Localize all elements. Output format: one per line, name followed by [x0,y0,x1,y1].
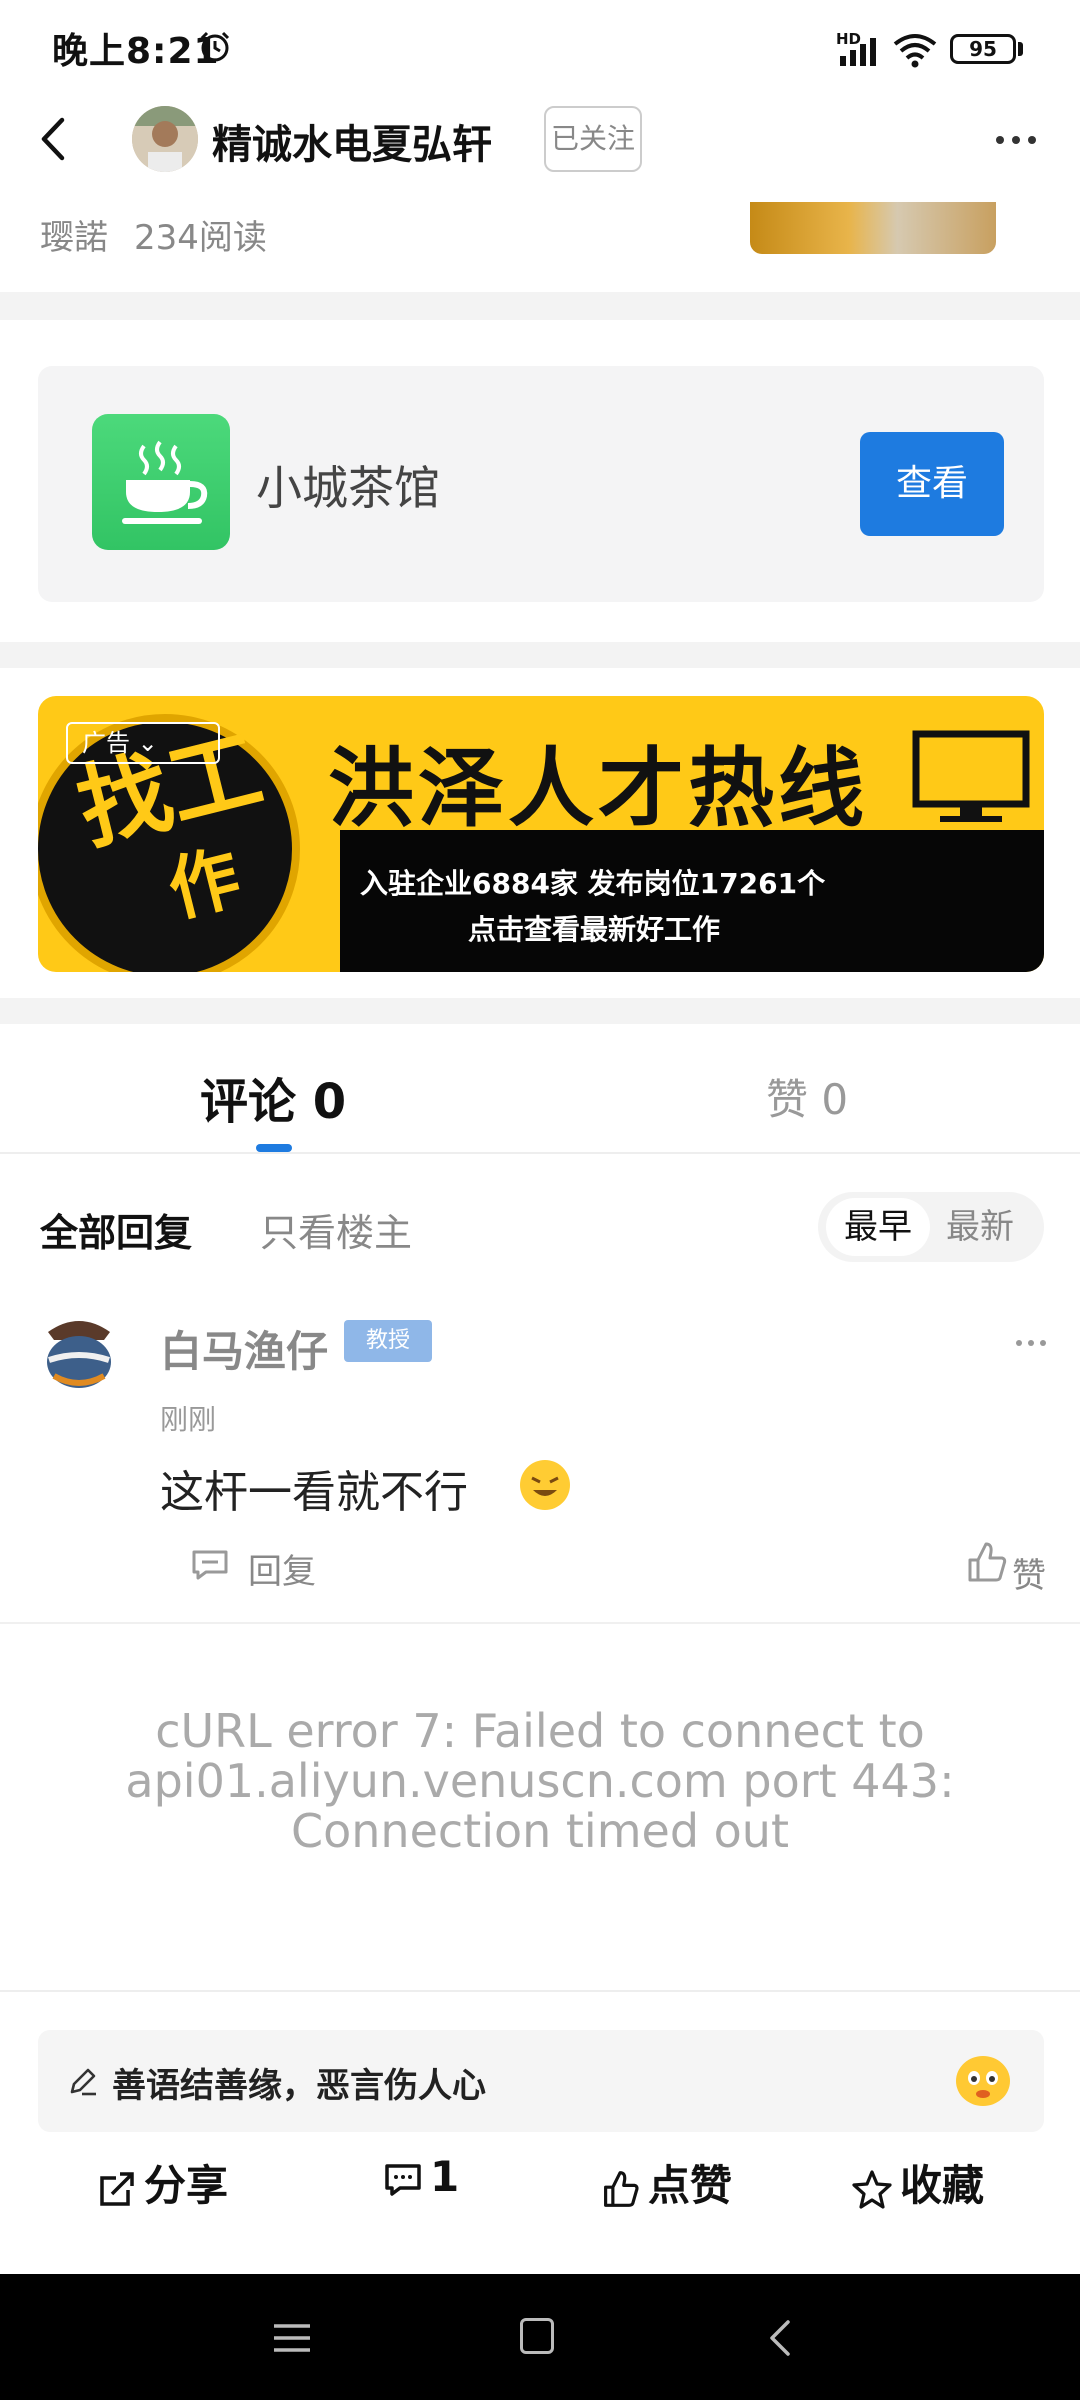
comment-time: 刚刚 [160,1403,217,1436]
tab-indicator [256,1144,292,1152]
alarm-icon [200,31,230,62]
favorite-label: 收藏 [900,2161,985,2210]
battery-tip [1018,42,1023,56]
tab-likes[interactable]: 赞 0 [766,1066,848,1127]
emoji-picker-icon[interactable] [956,2056,1010,2106]
grinning-emoji-icon [520,1460,570,1510]
sort-newest[interactable]: 最新 [946,1198,1014,1256]
wifi-icon [893,34,937,68]
error-message: cURL error 7: Failed to connect to api01… [125,1704,955,1858]
author-name[interactable]: 精诚水电夏弘轩 [212,112,492,170]
thumbs-up-icon[interactable] [966,1540,1008,1584]
post-author: 璎諾 [40,218,108,258]
comment-count: 1 [430,2152,460,2201]
read-count: 234阅读 [134,218,267,258]
tea-cup-icon [92,414,230,550]
share-action[interactable]: 分享 [98,2152,228,2222]
job-ad-banner[interactable]: 找工 作 洪泽人才热线 入驻企业6884家 发布岗位17261个 点击查看最新好… [38,696,1044,972]
follow-button[interactable]: 已关注 [544,106,642,172]
bottom-divider [0,1990,1080,1992]
favorite-action[interactable]: 收藏 [852,2152,984,2222]
commenter-name[interactable]: 白马渔仔 [160,1318,328,1379]
section-divider [0,642,1080,668]
section-divider [0,998,1080,1024]
nav-back-icon[interactable] [766,2318,794,2358]
mini-program-name[interactable]: 小城茶馆 [256,452,440,518]
sort-earliest[interactable]: 最早 [826,1198,930,1256]
comment-text: 这杆一看就不行 [160,1467,468,1518]
status-time: 晚上8:21 [52,31,220,72]
filter-op-only[interactable]: 只看楼主 [260,1202,412,1257]
reply-icon[interactable] [190,1548,230,1582]
commenter-avatar[interactable] [34,1310,124,1400]
comment-more-icon[interactable] [1014,1336,1048,1350]
banner-title: 洪泽人才热线 [328,739,868,839]
star-icon [852,2169,892,2209]
post-thumbnail[interactable] [750,202,996,254]
share-icon [100,2171,134,2206]
back-icon[interactable] [34,114,74,164]
comment-divider [0,1622,1080,1624]
home-icon[interactable] [520,2318,554,2354]
section-divider [0,292,1080,320]
chevron-down-icon: ⌄ [137,729,158,757]
reply-button[interactable]: 回复 [248,1544,316,1593]
pencil-icon [70,2068,96,2096]
banner-stats: 入驻企业6884家 发布岗位17261个 [360,867,826,900]
like-label: 点赞 [648,2161,733,2210]
comment-action[interactable]: 1 [384,2152,459,2222]
user-badge: 教授 [344,1320,432,1362]
battery-indicator: 95 [950,34,1016,64]
post-meta: 璎諾 234阅读 [40,210,267,259]
tab-divider [0,1152,1080,1154]
like-button[interactable]: 赞 [1012,1548,1046,1597]
recent-apps-icon[interactable] [272,2320,312,2356]
banner-cta: 点击查看最新好工作 [468,913,721,946]
signal-icon [840,38,876,66]
like-action[interactable]: 点赞 [602,2152,732,2222]
more-icon[interactable] [994,128,1038,152]
ad-tag[interactable]: 广告 ⌄ [66,722,220,764]
ad-tag-label: 广告 [82,729,130,757]
filter-all-replies[interactable]: 全部回复 [40,1202,192,1257]
author-avatar[interactable] [132,106,198,172]
monitor-icon [912,730,1030,822]
comment-icon [385,2163,421,2196]
share-label: 分享 [144,2161,229,2210]
thumbs-up-icon [604,2170,639,2207]
view-button[interactable]: 查看 [860,432,1004,536]
tab-comments[interactable]: 评论 0 [200,1062,346,1132]
comment-input-placeholder[interactable]: 善语结善缘，恶言伤人心 [112,2058,486,2107]
